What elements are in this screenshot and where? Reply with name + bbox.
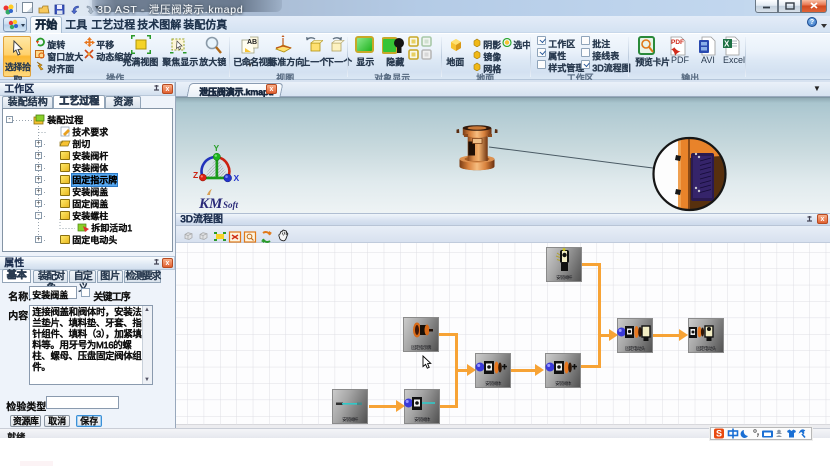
svg-text:X: X xyxy=(234,173,240,183)
svg-text:S: S xyxy=(716,429,722,439)
svg-text:Soft: Soft xyxy=(223,200,239,210)
svg-text:PDF: PDF xyxy=(671,39,684,46)
svg-text:Y: Y xyxy=(214,143,220,153)
svg-text:AB: AB xyxy=(247,39,257,46)
svg-text:X: X xyxy=(724,40,730,49)
svg-text:Z: Z xyxy=(193,170,198,180)
svg-text:KM: KM xyxy=(198,196,223,212)
